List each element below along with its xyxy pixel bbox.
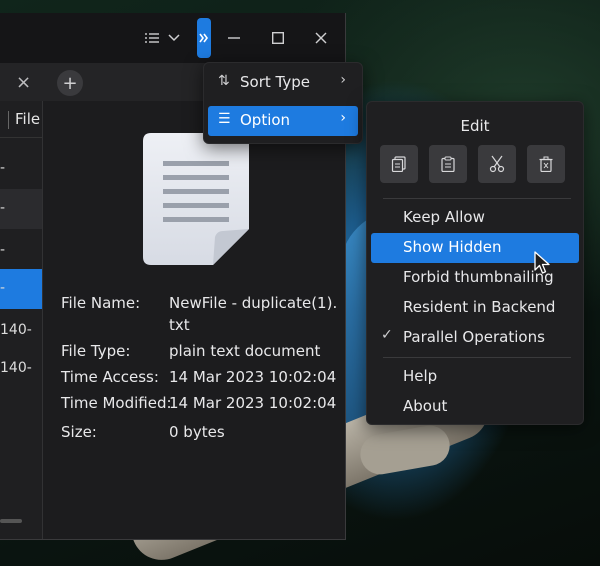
main-menu: ⇅ Sort Type › ☰ Option › [203, 62, 363, 144]
list-item-label: 140- [0, 360, 32, 376]
titlebar [0, 13, 345, 63]
menu-item-sort-type[interactable]: ⇅ Sort Type › [208, 68, 358, 98]
column-separator [8, 111, 9, 129]
checkmark-icon: ✓ [381, 327, 393, 343]
chevron-down-icon[interactable] [166, 25, 182, 51]
file-type-label: File Type: [61, 342, 131, 360]
text-file-icon [143, 133, 249, 265]
cut-button[interactable] [478, 145, 516, 183]
menu-item-label: Parallel Operations [403, 328, 545, 346]
plus-icon: + [62, 72, 78, 94]
copy-icon [391, 156, 406, 172]
time-modified-value: 14 Mar 2023 10:02:04 [169, 394, 337, 412]
file-details-pane: File Name: NewFile - duplicate(1).txt Fi… [45, 101, 345, 539]
menu-item-parallel-operations[interactable]: ✓ Parallel Operations [371, 323, 579, 353]
size-label: Size: [61, 423, 97, 441]
list-view-icon[interactable] [142, 25, 162, 51]
add-tab-button[interactable]: + [57, 70, 83, 96]
menu-item-label: Show Hidden [403, 238, 502, 256]
time-access-label: Time Access: [61, 368, 159, 386]
chevron-right-icon: › [340, 72, 346, 88]
list-item-label: - [0, 200, 6, 216]
list-item-label: 140- [0, 322, 32, 338]
menu-item-label: About [403, 397, 448, 415]
time-access-value: 14 Mar 2023 10:02:04 [169, 368, 337, 386]
list-item-label: - [0, 280, 6, 296]
file-type-value: plain text document [169, 342, 321, 360]
paste-button[interactable] [429, 145, 467, 183]
time-modified-label: Time Modified: [61, 394, 172, 412]
chevron-right-icon: › [340, 110, 346, 126]
cut-icon [489, 155, 505, 173]
column-header-label: File [15, 110, 41, 128]
menu-separator [383, 198, 571, 199]
list-item[interactable]: - [0, 189, 42, 229]
edit-section-title: Edit [460, 117, 490, 135]
menu-item-keep-allow[interactable]: Keep Allow [371, 203, 579, 233]
menu-item-label: Keep Allow [403, 208, 485, 226]
list-item-label: - [0, 242, 6, 258]
double-chevron-right-icon[interactable] [197, 18, 211, 58]
menu-item-about[interactable]: About [371, 392, 579, 422]
delete-icon [539, 156, 553, 172]
file-name-value: NewFile - duplicate(1).txt [169, 294, 338, 334]
menu-item-help[interactable]: Help [371, 362, 579, 392]
file-name-label: File Name: [61, 294, 141, 312]
menu-item-label: Forbid thumbnailing [403, 268, 554, 286]
list-item[interactable]: 140- [0, 349, 42, 389]
mouse-cursor-icon [534, 251, 550, 274]
list-item[interactable]: - [0, 149, 42, 189]
menu-item-label: Option [240, 111, 291, 129]
close-icon[interactable] [311, 25, 331, 51]
list-item[interactable]: - [0, 231, 42, 271]
minimize-icon[interactable] [224, 25, 244, 51]
delete-button[interactable] [527, 145, 565, 183]
tab-close-button[interactable]: × [16, 72, 31, 93]
menu-item-label: Resident in Backend [403, 298, 556, 316]
file-list-pane: File - - - - 140- 140- [0, 101, 43, 539]
sort-icon: ⇅ [218, 73, 230, 89]
menu-separator [383, 357, 571, 358]
column-header[interactable]: File [0, 101, 42, 138]
horizontal-scrollbar[interactable] [0, 519, 22, 523]
menu-item-option[interactable]: ☰ Option › [208, 106, 358, 136]
size-value: 0 bytes [169, 423, 225, 441]
list-item-selected[interactable]: - [0, 269, 42, 309]
menu-item-label: Help [403, 367, 438, 385]
list-item-label: - [0, 160, 6, 176]
paste-icon [441, 156, 455, 172]
menu-item-resident-in-backend[interactable]: Resident in Backend [371, 293, 579, 323]
menu-lines-icon: ☰ [218, 111, 231, 127]
maximize-icon[interactable] [268, 25, 288, 51]
list-item[interactable]: 140- [0, 311, 42, 351]
menu-item-label: Sort Type [240, 73, 310, 91]
copy-button[interactable] [380, 145, 418, 183]
